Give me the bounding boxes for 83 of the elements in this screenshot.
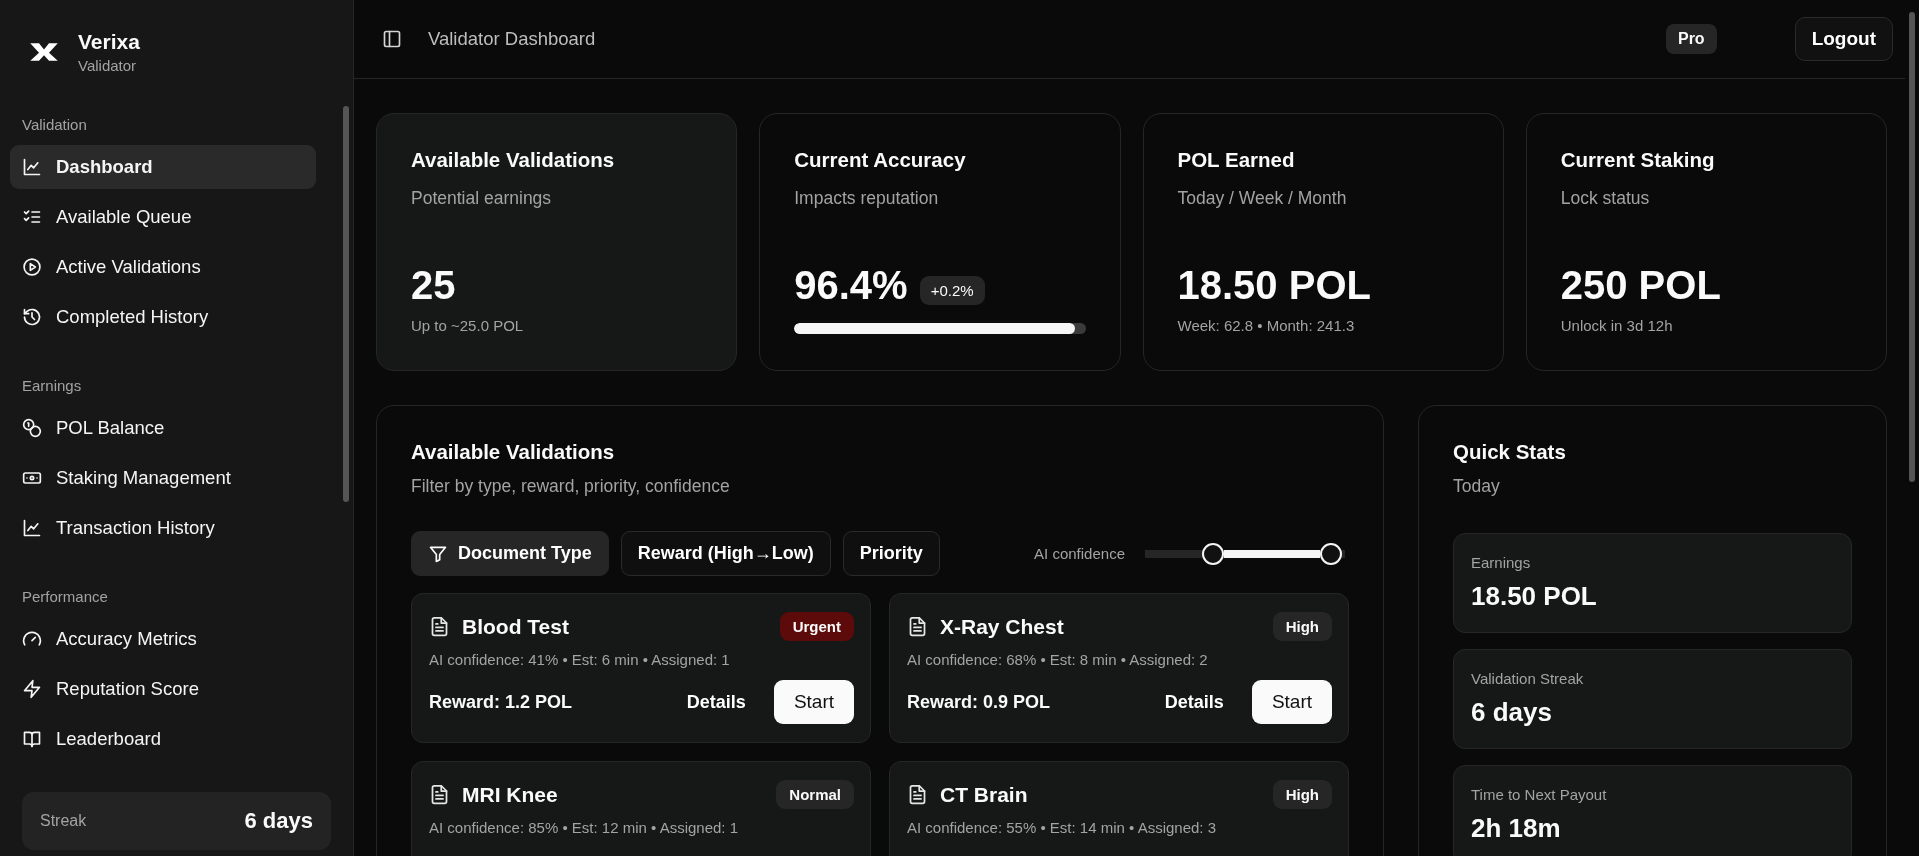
filter-button[interactable]: Reward (High→Low) bbox=[620, 531, 831, 576]
history-icon bbox=[22, 307, 42, 327]
gauge-icon bbox=[22, 629, 42, 649]
validation-title: CT Brain bbox=[940, 782, 1028, 807]
panel-subtitle: Filter by type, reward, priority, confidence bbox=[411, 476, 731, 497]
coins-icon bbox=[22, 418, 42, 438]
stat-value: 18.50 POL bbox=[1177, 262, 1371, 308]
brand-subtitle: Validator bbox=[78, 57, 138, 74]
sidebar-item[interactable]: Leaderboard bbox=[10, 717, 316, 761]
details-button[interactable]: Details bbox=[686, 691, 746, 713]
card-title: Available Validations bbox=[411, 148, 616, 172]
section-label: Performance bbox=[21, 587, 109, 607]
stat-value: 25 bbox=[411, 262, 456, 308]
play-circle-icon bbox=[22, 257, 42, 277]
card-subtitle: Lock status bbox=[1560, 188, 1651, 209]
card-title: Current Accuracy bbox=[794, 148, 967, 172]
slider-thumb[interactable] bbox=[1202, 542, 1224, 565]
document-icon bbox=[907, 616, 928, 637]
validation-meta: AI confidence: 41% • Est: 6 min • Assigned: 1 bbox=[429, 651, 731, 668]
page-title: Validator Dashboard bbox=[428, 28, 596, 50]
card-subtitle: Potential earnings bbox=[411, 188, 553, 209]
card-title: POL Earned bbox=[1177, 148, 1296, 172]
priority-badge: High bbox=[1272, 780, 1332, 809]
change-badge: +0.2% bbox=[919, 275, 985, 305]
chart-icon bbox=[22, 518, 42, 538]
streak-label: Streak bbox=[40, 812, 87, 830]
sidebar-item[interactable]: Accuracy Metrics bbox=[10, 617, 316, 661]
sidebar-item[interactable]: Reputation Score bbox=[10, 667, 316, 711]
sidebar-icon bbox=[382, 29, 402, 49]
card-subtitle: Impacts reputation bbox=[794, 188, 940, 209]
tile-value: 6 days bbox=[1471, 697, 1553, 728]
stat-note: Up to ~25.0 POL bbox=[411, 317, 525, 334]
section-label: Earnings bbox=[21, 376, 83, 396]
document-icon bbox=[429, 616, 450, 637]
document-icon bbox=[907, 784, 928, 805]
plan-badge: Pro bbox=[1665, 24, 1717, 54]
sidebar-item[interactable]: Dashboard bbox=[10, 145, 316, 189]
details-button[interactable]: Details bbox=[1164, 691, 1224, 713]
book-icon bbox=[22, 729, 42, 749]
logout-button[interactable]: Logout bbox=[1794, 17, 1893, 61]
reward-text: Reward: 1.2 POL bbox=[429, 691, 573, 713]
validation-meta: AI confidence: 55% • Est: 14 min • Assigned: 3 bbox=[907, 819, 1217, 836]
document-icon bbox=[429, 784, 450, 805]
sidebar-item[interactable]: Completed History bbox=[10, 295, 316, 339]
brand-name: Verixa bbox=[78, 30, 140, 54]
lightning-icon bbox=[22, 679, 42, 699]
priority-badge: Normal bbox=[776, 780, 854, 809]
start-button[interactable]: Start bbox=[773, 680, 854, 724]
filter-button[interactable]: Document Type bbox=[411, 531, 609, 576]
validation-title: X-Ray Chest bbox=[940, 614, 1064, 639]
chart-icon bbox=[22, 157, 42, 177]
slider-label: AI confidence bbox=[1034, 545, 1125, 562]
sidebar-item[interactable]: Transaction History bbox=[10, 506, 316, 550]
validation-title: MRI Knee bbox=[462, 782, 558, 807]
filter-button[interactable]: Priority bbox=[842, 531, 940, 576]
stat-note: Week: 62.8 • Month: 241.3 bbox=[1177, 317, 1356, 334]
priority-badge: High bbox=[1272, 612, 1332, 641]
panel-title: Available Validations bbox=[411, 440, 616, 464]
sidebar-item[interactable]: Available Queue bbox=[10, 195, 316, 239]
tile-value: 18.50 POL bbox=[1471, 581, 1598, 612]
validation-title: Blood Test bbox=[462, 614, 569, 639]
stat-value: 250 POL bbox=[1560, 262, 1721, 308]
panel-subtitle: Today bbox=[1453, 476, 1501, 497]
stat-note: Unlock in 3d 12h bbox=[1560, 317, 1674, 334]
tile-value: 2h 18m bbox=[1471, 813, 1562, 844]
tile-label: Validation Streak bbox=[1471, 670, 1585, 687]
tile-label: Time to Next Payout bbox=[1471, 786, 1608, 803]
sidebar-item[interactable]: POL Balance bbox=[10, 406, 316, 450]
stat-value: 96.4% bbox=[794, 262, 908, 308]
sidebar-item[interactable]: Staking Management bbox=[10, 456, 316, 500]
card-subtitle: Today / Week / Month bbox=[1177, 188, 1348, 209]
panel-title: Quick Stats bbox=[1453, 440, 1567, 464]
validation-meta: AI confidence: 85% • Est: 12 min • Assigned: 1 bbox=[429, 819, 739, 836]
sidebar-item[interactable]: Active Validations bbox=[10, 245, 316, 289]
slider-thumb[interactable] bbox=[1320, 542, 1342, 565]
reward-text: Reward: 0.9 POL bbox=[907, 691, 1051, 713]
priority-badge: Urgent bbox=[779, 612, 854, 641]
card-title: Current Staking bbox=[1560, 148, 1716, 172]
tile-label: Earnings bbox=[1471, 554, 1532, 571]
streak-value: 6 days bbox=[244, 808, 313, 834]
start-button[interactable]: Start bbox=[1251, 680, 1332, 724]
validation-meta: AI confidence: 68% • Est: 8 min • Assigned: 2 bbox=[907, 651, 1209, 668]
section-label: Validation bbox=[21, 115, 88, 135]
